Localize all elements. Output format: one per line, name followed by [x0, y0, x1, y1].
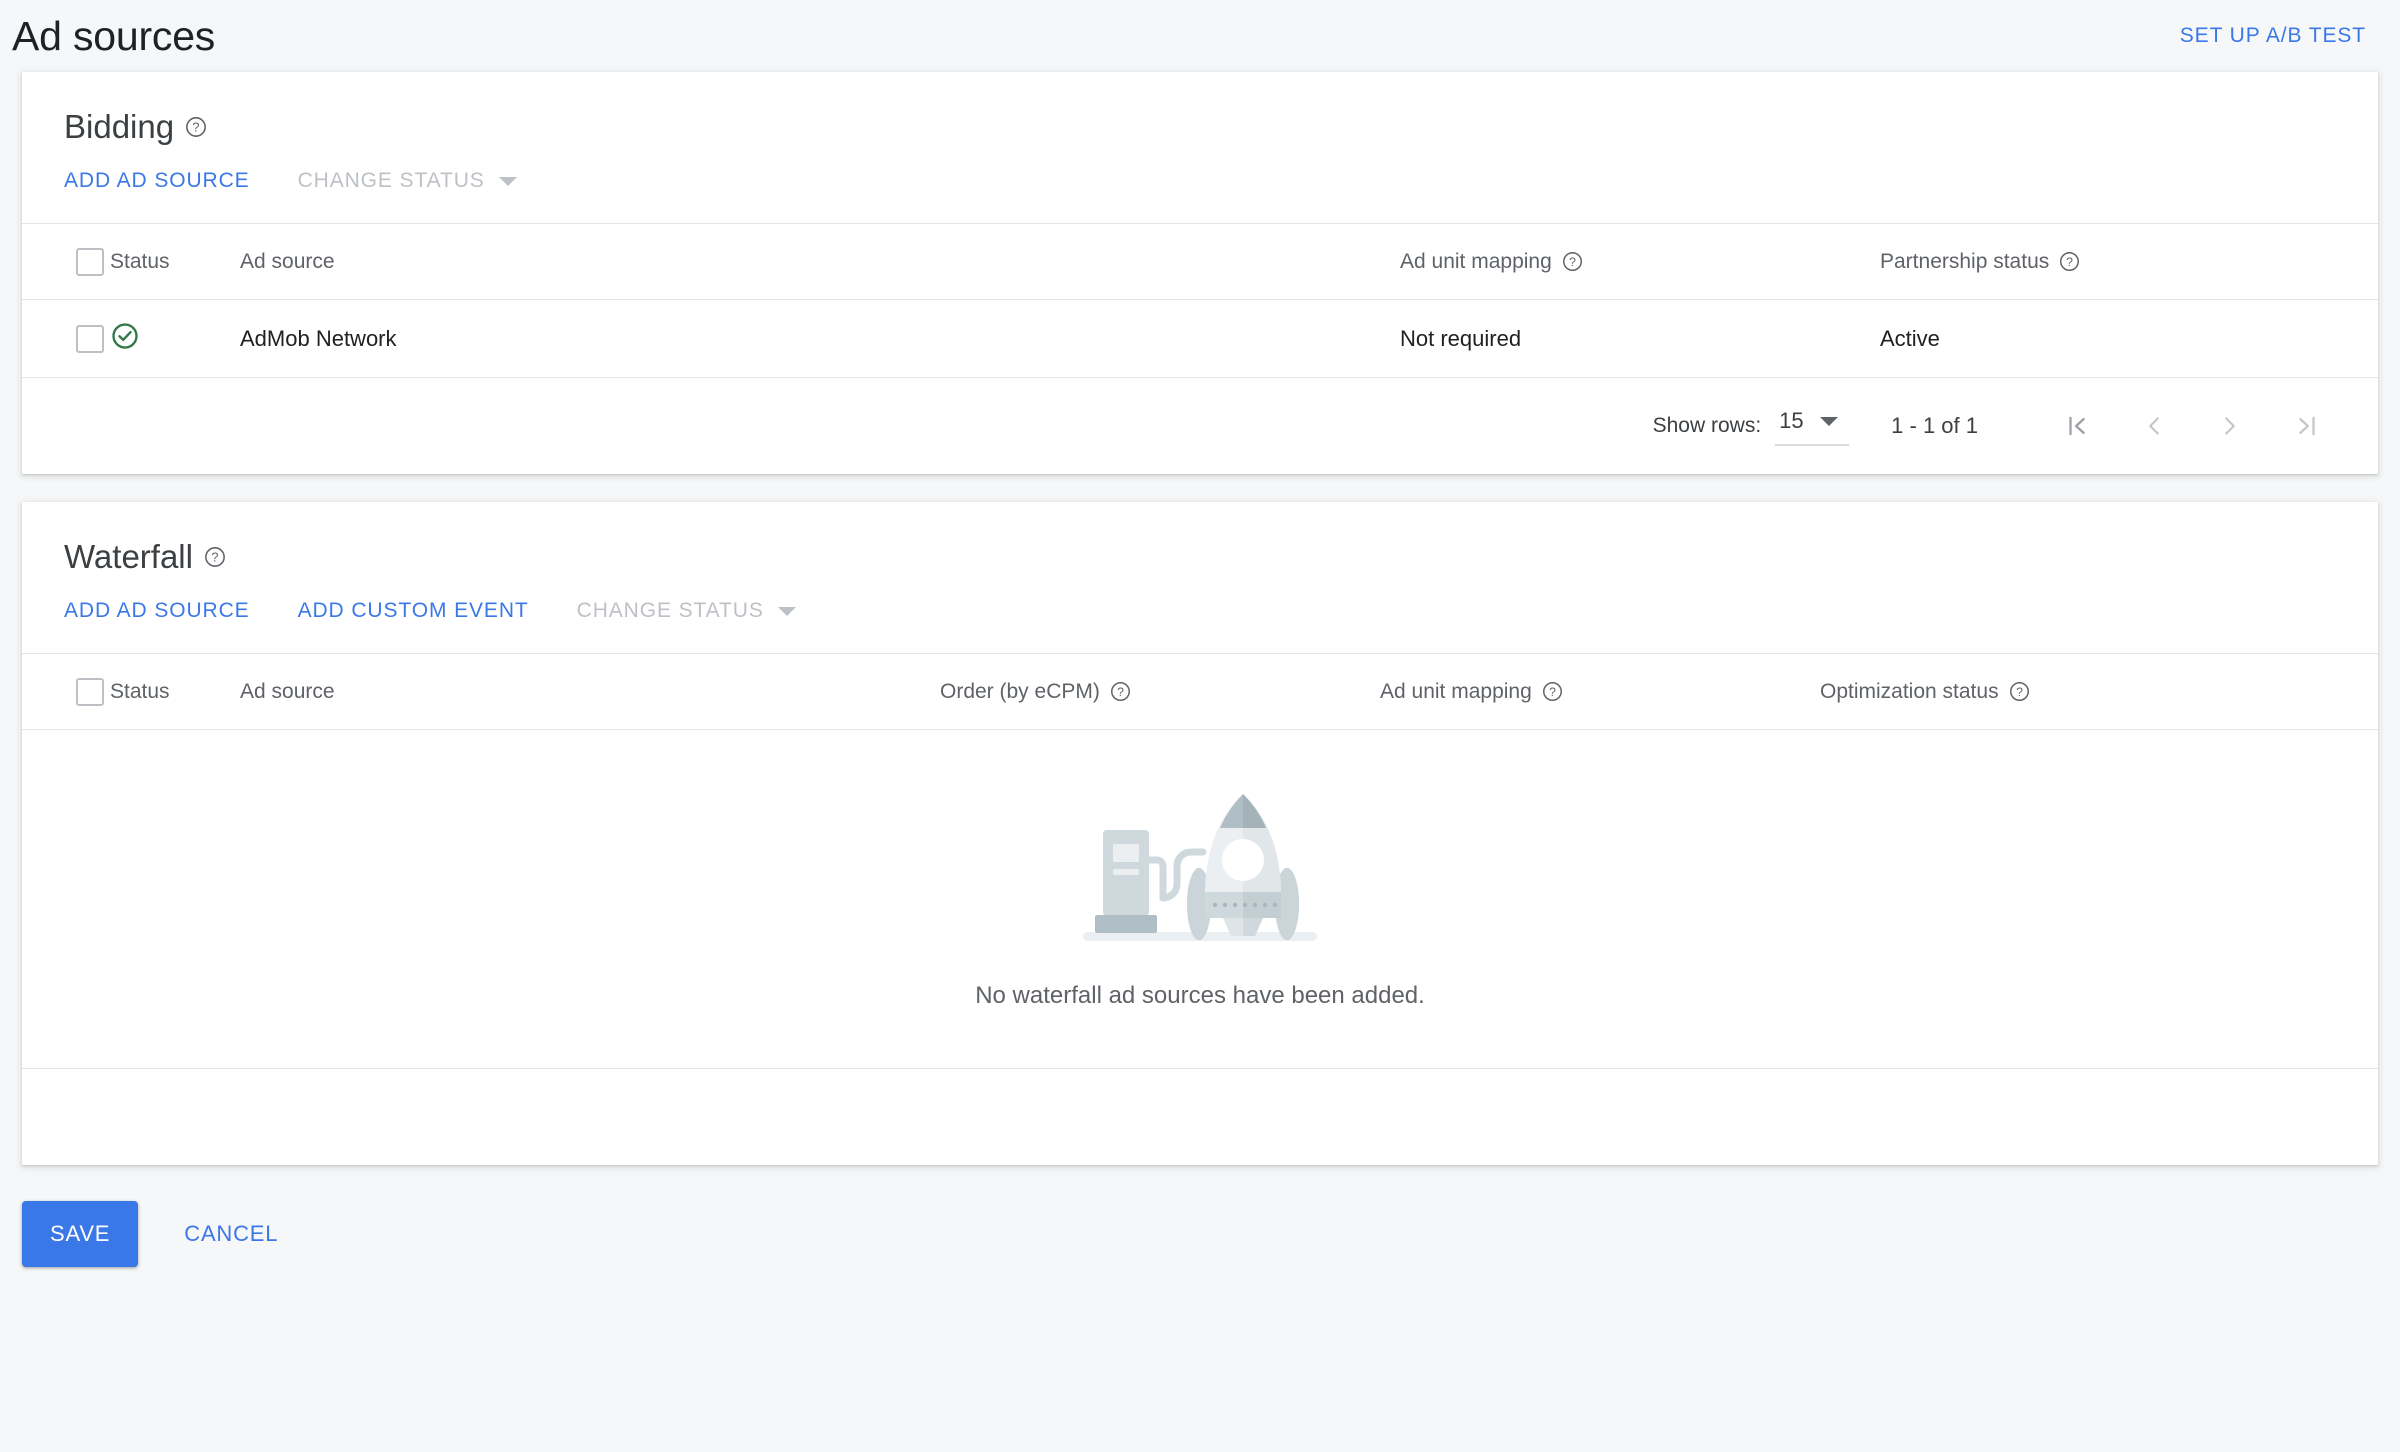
- waterfall-empty-state: No waterfall ad sources have been added.: [22, 730, 2378, 1069]
- svg-text:?: ?: [1117, 685, 1124, 699]
- waterfall-table-footer: [22, 1069, 2378, 1165]
- form-action-bar: SAVE CANCEL: [0, 1165, 2400, 1267]
- waterfall-card: Waterfall ? ADD AD SOURCE ADD CUSTOM EVE…: [22, 502, 2378, 1165]
- bidding-col-partnership-status: Partnership status ?: [1880, 223, 2378, 300]
- bidding-col-ad-source: Ad source: [240, 223, 940, 300]
- bidding-row-select-cell: [22, 299, 110, 378]
- waterfall-col-order-by-ecpm-label: Order (by eCPM): [940, 679, 1100, 703]
- bidding-col-blank: [940, 223, 1400, 300]
- check-circle-icon: [110, 321, 140, 351]
- pagination-range: 1 - 1 of 1: [1891, 413, 1978, 438]
- help-circle-icon[interactable]: ?: [2059, 251, 2080, 272]
- bidding-change-status-button[interactable]: CHANGE STATUS: [298, 169, 517, 193]
- help-circle-icon[interactable]: ?: [1542, 681, 1563, 702]
- rocket-and-fuel-pump-illustration: [1075, 776, 1325, 956]
- previous-page-icon[interactable]: [2116, 388, 2192, 464]
- setup-ab-test-button[interactable]: SET UP A/B TEST: [2180, 24, 2366, 48]
- bidding-row-status-cell: [110, 299, 240, 378]
- bidding-table: Status Ad source Ad unit mapping ? Partn…: [22, 223, 2378, 378]
- waterfall-select-all-cell: [22, 653, 110, 730]
- ad-sources-page: Ad sources SET UP A/B TEST Bidding ? ADD…: [0, 0, 2400, 1452]
- last-page-icon[interactable]: [2268, 388, 2344, 464]
- waterfall-change-status-label: CHANGE STATUS: [576, 599, 764, 622]
- bidding-add-ad-source-button[interactable]: ADD AD SOURCE: [64, 169, 250, 193]
- svg-text:?: ?: [193, 119, 200, 134]
- waterfall-change-status-button[interactable]: CHANGE STATUS: [577, 599, 796, 623]
- svg-text:?: ?: [2016, 685, 2023, 699]
- help-circle-icon[interactable]: ?: [204, 546, 226, 568]
- chevron-down-icon: [777, 606, 796, 616]
- waterfall-table-header-row: Status Ad source Order (by eCPM) ? Ad un…: [22, 653, 2378, 730]
- waterfall-title: Waterfall: [64, 538, 193, 575]
- waterfall-col-ad-unit-mapping: Ad unit mapping ?: [1380, 653, 1820, 730]
- bidding-title: Bidding: [64, 108, 175, 145]
- help-circle-icon[interactable]: ?: [2009, 681, 2030, 702]
- next-page-icon[interactable]: [2192, 388, 2268, 464]
- save-button[interactable]: SAVE: [22, 1201, 139, 1267]
- chevron-down-icon: [1819, 416, 1838, 426]
- first-page-icon[interactable]: [2040, 388, 2116, 464]
- row-checkbox[interactable]: [76, 324, 104, 353]
- bidding-row-ad-source: AdMob Network: [240, 299, 940, 378]
- chevron-down-icon: [498, 176, 517, 186]
- help-circle-icon[interactable]: ?: [1110, 681, 1131, 702]
- waterfall-col-optimization-status-label: Optimization status: [1820, 679, 1999, 703]
- svg-text:?: ?: [2066, 255, 2073, 269]
- bidding-row-partnership-status: Active: [1880, 299, 2378, 378]
- rows-per-page-select[interactable]: 15: [1775, 406, 1850, 446]
- help-circle-icon[interactable]: ?: [1562, 251, 1583, 272]
- svg-text:?: ?: [1549, 685, 1556, 699]
- page-header: Ad sources SET UP A/B TEST: [0, 0, 2400, 72]
- bidding-col-ad-unit-mapping-label: Ad unit mapping: [1400, 249, 1552, 273]
- waterfall-title-row: Waterfall ?: [22, 502, 2378, 573]
- rows-per-page-value: 15: [1779, 408, 1804, 433]
- bidding-title-row: Bidding ?: [22, 72, 2378, 143]
- waterfall-table: Status Ad source Order (by eCPM) ? Ad un…: [22, 653, 2378, 730]
- cancel-button[interactable]: CANCEL: [160, 1201, 302, 1267]
- table-row[interactable]: AdMob Network Not required Active: [22, 299, 2378, 378]
- svg-text:?: ?: [1569, 255, 1576, 269]
- bidding-change-status-label: CHANGE STATUS: [297, 169, 485, 192]
- waterfall-col-optimization-status: Optimization status ?: [1820, 653, 2378, 730]
- waterfall-col-order-by-ecpm: Order (by eCPM) ?: [940, 653, 1380, 730]
- bidding-row-ad-unit-mapping: Not required: [1400, 299, 1880, 378]
- show-rows-label: Show rows:: [1652, 414, 1762, 437]
- bidding-select-all-cell: [22, 223, 110, 300]
- waterfall-col-ad-source: Ad source: [240, 653, 940, 730]
- bidding-row-blank: [940, 299, 1400, 378]
- bidding-col-status: Status: [110, 223, 240, 300]
- bidding-table-header-row: Status Ad source Ad unit mapping ? Partn…: [22, 223, 2378, 300]
- select-all-checkbox[interactable]: [76, 677, 104, 706]
- waterfall-actions: ADD AD SOURCE ADD CUSTOM EVENT CHANGE ST…: [22, 573, 2378, 653]
- bidding-col-ad-unit-mapping: Ad unit mapping ?: [1400, 223, 1880, 300]
- bidding-col-partnership-status-label: Partnership status: [1880, 249, 2050, 273]
- help-circle-icon[interactable]: ?: [185, 116, 207, 138]
- waterfall-add-custom-event-button[interactable]: ADD CUSTOM EVENT: [298, 599, 529, 623]
- bidding-actions: ADD AD SOURCE CHANGE STATUS: [22, 143, 2378, 223]
- waterfall-add-ad-source-button[interactable]: ADD AD SOURCE: [64, 599, 250, 623]
- waterfall-col-status: Status: [110, 653, 240, 730]
- bidding-pagination: Show rows: 15 1 - 1 of 1: [22, 378, 2378, 474]
- waterfall-empty-message: No waterfall ad sources have been added.: [975, 982, 1425, 1009]
- waterfall-col-ad-unit-mapping-label: Ad unit mapping: [1380, 679, 1532, 703]
- page-title: Ad sources: [12, 12, 216, 59]
- bidding-card: Bidding ? ADD AD SOURCE CHANGE STATUS St…: [22, 72, 2378, 474]
- select-all-checkbox[interactable]: [76, 247, 104, 276]
- svg-text:?: ?: [211, 549, 218, 564]
